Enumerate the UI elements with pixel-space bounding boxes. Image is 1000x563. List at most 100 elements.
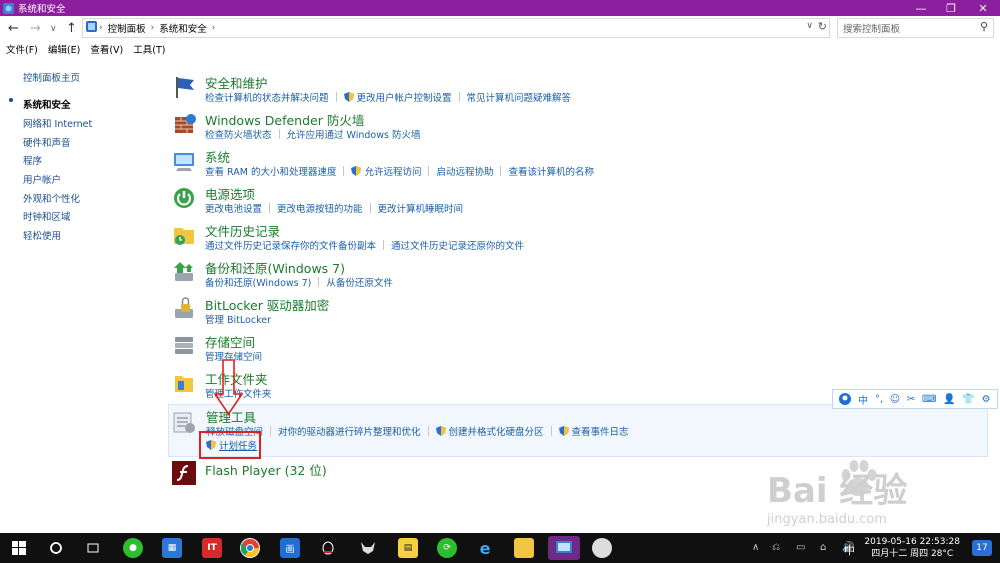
sidebar-item-programs[interactable]: 程序: [23, 153, 42, 167]
clock-app-icon[interactable]: [592, 538, 612, 558]
link-allow-app[interactable]: 允许应用通过 Windows 防火墙: [287, 127, 421, 141]
ime-skin-icon[interactable]: 👕: [962, 394, 974, 405]
sidebar-item-user-accounts[interactable]: 用户帐户: [23, 172, 61, 186]
notification-count: 17: [976, 543, 988, 553]
shield-icon: [351, 166, 362, 176]
network-icon[interactable]: ⌂: [820, 542, 826, 553]
search-icon[interactable]: ⚲: [980, 20, 988, 33]
ime-keyboard-icon[interactable]: ⌨: [922, 394, 936, 405]
category-backup-restore: 备份和还原(Windows 7) 备份和还原(Windows 7) 从备份还原文…: [170, 258, 990, 290]
link-backup-restore[interactable]: 备份和还原(Windows 7): [205, 275, 311, 289]
watermark-url: jingyan.baidu.com: [767, 512, 887, 527]
qq-icon[interactable]: [318, 538, 338, 558]
shield-icon: [435, 426, 446, 436]
link-sleep[interactable]: 更改计算机睡眠时间: [378, 201, 464, 215]
refresh-app-icon[interactable]: ⟳: [437, 538, 457, 558]
link-power-button[interactable]: 更改电源按钮的功能: [277, 201, 363, 215]
link-restore-from-backup[interactable]: 从备份还原文件: [326, 275, 393, 289]
storage-icon: [172, 333, 198, 359]
ime-logo-icon[interactable]: [839, 393, 852, 405]
fox-icon[interactable]: [358, 538, 378, 558]
maximize-button[interactable]: ❐: [936, 0, 966, 16]
sidebar-item-appearance[interactable]: 外观和个性化: [23, 191, 80, 205]
link-create-partition[interactable]: 创建并格式化硬盘分区: [449, 424, 544, 438]
ime-chinese-button[interactable]: 中: [858, 392, 868, 407]
link-uac-settings[interactable]: 更改用户帐户控制设置: [357, 90, 452, 104]
refresh-icon[interactable]: ↻: [818, 20, 827, 33]
menu-file[interactable]: 文件(F): [6, 42, 38, 58]
link-remote-assist[interactable]: 启动远程协助: [436, 164, 493, 178]
app-icon[interactable]: ▦: [162, 538, 182, 558]
control-panel-taskbar-icon[interactable]: [548, 536, 580, 560]
menu-edit[interactable]: 编辑(E): [48, 42, 80, 58]
ime-user-icon[interactable]: 👤: [943, 394, 955, 405]
address-bar[interactable]: › 控制面板 › 系统和安全 › ∨ ↻: [82, 18, 830, 38]
link-remote-access[interactable]: 允许远程访问: [364, 164, 421, 178]
it-app-icon[interactable]: IT: [202, 538, 222, 558]
breadcrumb-separator: ›: [211, 23, 216, 33]
link-backup-copy[interactable]: 通过文件历史记录保存你的文件备份副本: [205, 238, 376, 252]
breadcrumb-control-panel[interactable]: 控制面板: [108, 21, 146, 35]
clock-date: 四月十二 周四 28°C: [871, 549, 954, 559]
watermark-logo: Bai 经验: [767, 471, 908, 511]
menu-tools[interactable]: 工具(T): [133, 42, 165, 58]
category-title[interactable]: Flash Player (32 位): [205, 460, 327, 479]
link-firewall-status[interactable]: 检查防火墙状态: [205, 127, 272, 141]
sidebar-item-clock-region[interactable]: 时钟和区域: [23, 209, 71, 223]
usb-icon[interactable]: ⎌: [772, 542, 780, 553]
link-defrag[interactable]: 对你的驱动器进行碎片整理和优化: [278, 424, 421, 438]
clock[interactable]: 2019-05-16 22:53:28 四月十二 周四 28°C: [864, 536, 960, 560]
ime-emoji-icon[interactable]: ☺: [890, 394, 900, 405]
window-title: 系统和安全: [18, 4, 66, 15]
menu-view[interactable]: 查看(V): [90, 42, 123, 58]
ime-toolbar: 中 °, ☺ ✂ ⌨ 👤 👕 ⚙: [832, 389, 998, 409]
up-arrow-icon[interactable]: ↑: [66, 21, 77, 36]
link-ram-cpu[interactable]: 查看 RAM 的大小和处理器速度: [205, 164, 336, 178]
category-firewall: Windows Defender 防火墙 检查防火墙状态 允许应用通过 Wind…: [170, 110, 990, 142]
back-arrow-icon[interactable]: ←: [8, 21, 19, 36]
breadcrumb-system-security[interactable]: 系统和安全: [159, 21, 207, 35]
admin-tools-icon: [171, 409, 197, 435]
link-computer-name[interactable]: 查看该计算机的名称: [508, 164, 594, 178]
sidebar-item-hardware[interactable]: 硬件和声音: [23, 135, 71, 149]
notification-center-icon[interactable]: 17: [972, 540, 992, 556]
sidebar-item-network[interactable]: 网络和 Internet: [23, 116, 92, 130]
sidebar-item-system-security[interactable]: 系统和安全: [23, 97, 71, 111]
sidebar-item-ease-of-access[interactable]: 轻松使用: [23, 228, 61, 242]
ime-punctuation-icon[interactable]: °,: [875, 394, 883, 405]
start-windows-icon[interactable]: [9, 538, 29, 558]
minimize-button[interactable]: —: [906, 0, 936, 16]
chrome-icon[interactable]: [240, 538, 260, 558]
shield-icon: [558, 426, 569, 436]
search-input[interactable]: 搜索控制面板 ⚲: [837, 18, 994, 38]
cortana-icon[interactable]: [46, 538, 66, 558]
link-manage-bitlocker[interactable]: 管理 BitLocker: [205, 312, 271, 326]
recent-chevron-icon[interactable]: ∨: [50, 24, 57, 34]
category-storage-spaces: 存储空间 管理存储空间: [170, 332, 990, 364]
category-bitlocker: BitLocker 驱动器加密 管理 BitLocker: [170, 295, 990, 327]
link-check-status[interactable]: 检查计算机的状态并解决问题: [205, 90, 329, 104]
battery-icon[interactable]: ▭: [796, 542, 805, 553]
wechat-icon[interactable]: ●: [123, 538, 143, 558]
ime-indicator[interactable]: 中: [844, 542, 855, 558]
link-troubleshoot[interactable]: 常见计算机问题疑难解答: [467, 90, 572, 104]
category-file-history: 文件历史记录 通过文件历史记录保存你的文件备份副本 通过文件历史记录还原你的文件: [170, 221, 990, 253]
notes-icon[interactable]: ▤: [398, 538, 418, 558]
forward-arrow-icon[interactable]: →: [30, 21, 41, 36]
chevron-up-icon[interactable]: ∧: [752, 542, 759, 553]
address-dropdown-icon[interactable]: ∨: [806, 21, 813, 31]
ie-icon[interactable]: e: [475, 538, 495, 558]
link-battery[interactable]: 更改电池设置: [205, 201, 262, 215]
close-button[interactable]: ✕: [966, 0, 1000, 16]
flag-icon: [172, 74, 198, 100]
task-view-icon[interactable]: [83, 538, 103, 558]
file-history-icon: [172, 222, 198, 248]
sidebar-home-link[interactable]: 控制面板主页: [23, 70, 80, 84]
link-restore-files[interactable]: 通过文件历史记录还原你的文件: [391, 238, 524, 252]
link-event-log[interactable]: 查看事件日志: [572, 424, 629, 438]
ime-scissors-icon[interactable]: ✂: [907, 394, 915, 405]
file-explorer-icon[interactable]: [514, 538, 534, 558]
ime-settings-icon[interactable]: ⚙: [982, 394, 991, 405]
firewall-icon: [172, 111, 198, 137]
app2-icon[interactable]: 画: [280, 538, 300, 558]
